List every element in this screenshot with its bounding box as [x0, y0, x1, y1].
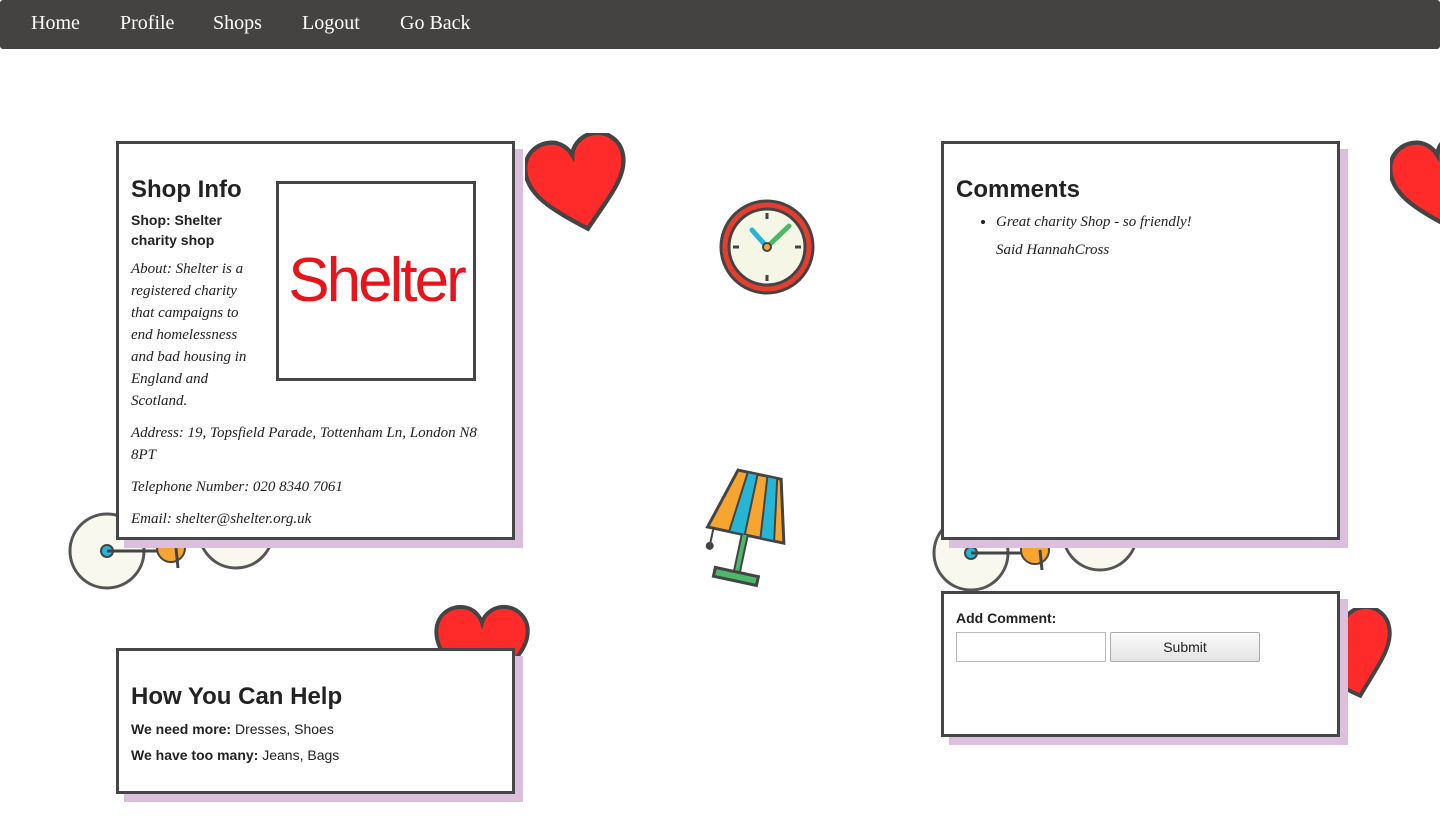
- comments-list: Great charity Shop - so friendly!: [956, 212, 1326, 232]
- comments-panel: Comments Great charity Shop - so friendl…: [941, 141, 1340, 540]
- help-heading: How You Can Help: [131, 683, 343, 710]
- nav-shops-link[interactable]: Shops: [213, 12, 262, 35]
- too-many-label: We have too many:: [131, 747, 259, 763]
- lamp-icon: [705, 468, 786, 588]
- heart-icon: [525, 133, 626, 232]
- add-comment-panel: Add Comment: Submit: [941, 591, 1340, 737]
- shop-name: Shop: Shelter charity shop: [131, 212, 223, 248]
- comment-input[interactable]: [956, 632, 1106, 662]
- comment-author: Said HannahCross: [996, 242, 1110, 258]
- submit-button[interactable]: Submit: [1110, 632, 1260, 662]
- nav-logout-link[interactable]: Logout: [302, 12, 360, 35]
- clock-icon: [719, 199, 815, 295]
- nav-profile-link[interactable]: Profile: [120, 12, 174, 35]
- shop-logo: Shelter: [276, 181, 476, 381]
- how-you-can-help-panel: How You Can Help We need more: Dresses, …: [116, 648, 515, 794]
- shop-telephone: Telephone Number: 020 8340 7061: [131, 479, 343, 495]
- too-many-value: Jeans, Bags: [258, 747, 340, 763]
- add-comment-label: Add Comment:: [956, 610, 1057, 626]
- comment-text: Great charity Shop - so friendly!: [996, 212, 1326, 232]
- shop-email: Email: shelter@shelter.org.uk: [131, 511, 312, 527]
- too-many-line: We have too many: Jeans, Bags: [131, 747, 501, 763]
- need-more-line: We need more: Dresses, Shoes: [131, 721, 501, 737]
- shop-about: About: Shelter is a registered charity t…: [131, 261, 247, 409]
- comments-heading: Comments: [956, 176, 1081, 203]
- nav-home-link[interactable]: Home: [31, 12, 80, 35]
- heart-icon: [1390, 133, 1440, 232]
- need-more-value: Dresses, Shoes: [231, 721, 334, 737]
- shop-info-panel: Shop Info Shop: Shelter charity shop Abo…: [116, 141, 515, 540]
- nav-go-back-link[interactable]: Go Back: [400, 12, 471, 35]
- need-more-label: We need more:: [131, 721, 232, 737]
- top-navbar: Home Profile Shops Logout Go Back: [0, 0, 1440, 49]
- shop-address: Address: 19, Topsfield Parade, Tottenham…: [131, 425, 477, 463]
- shop-logo-text: Shelter: [288, 246, 466, 315]
